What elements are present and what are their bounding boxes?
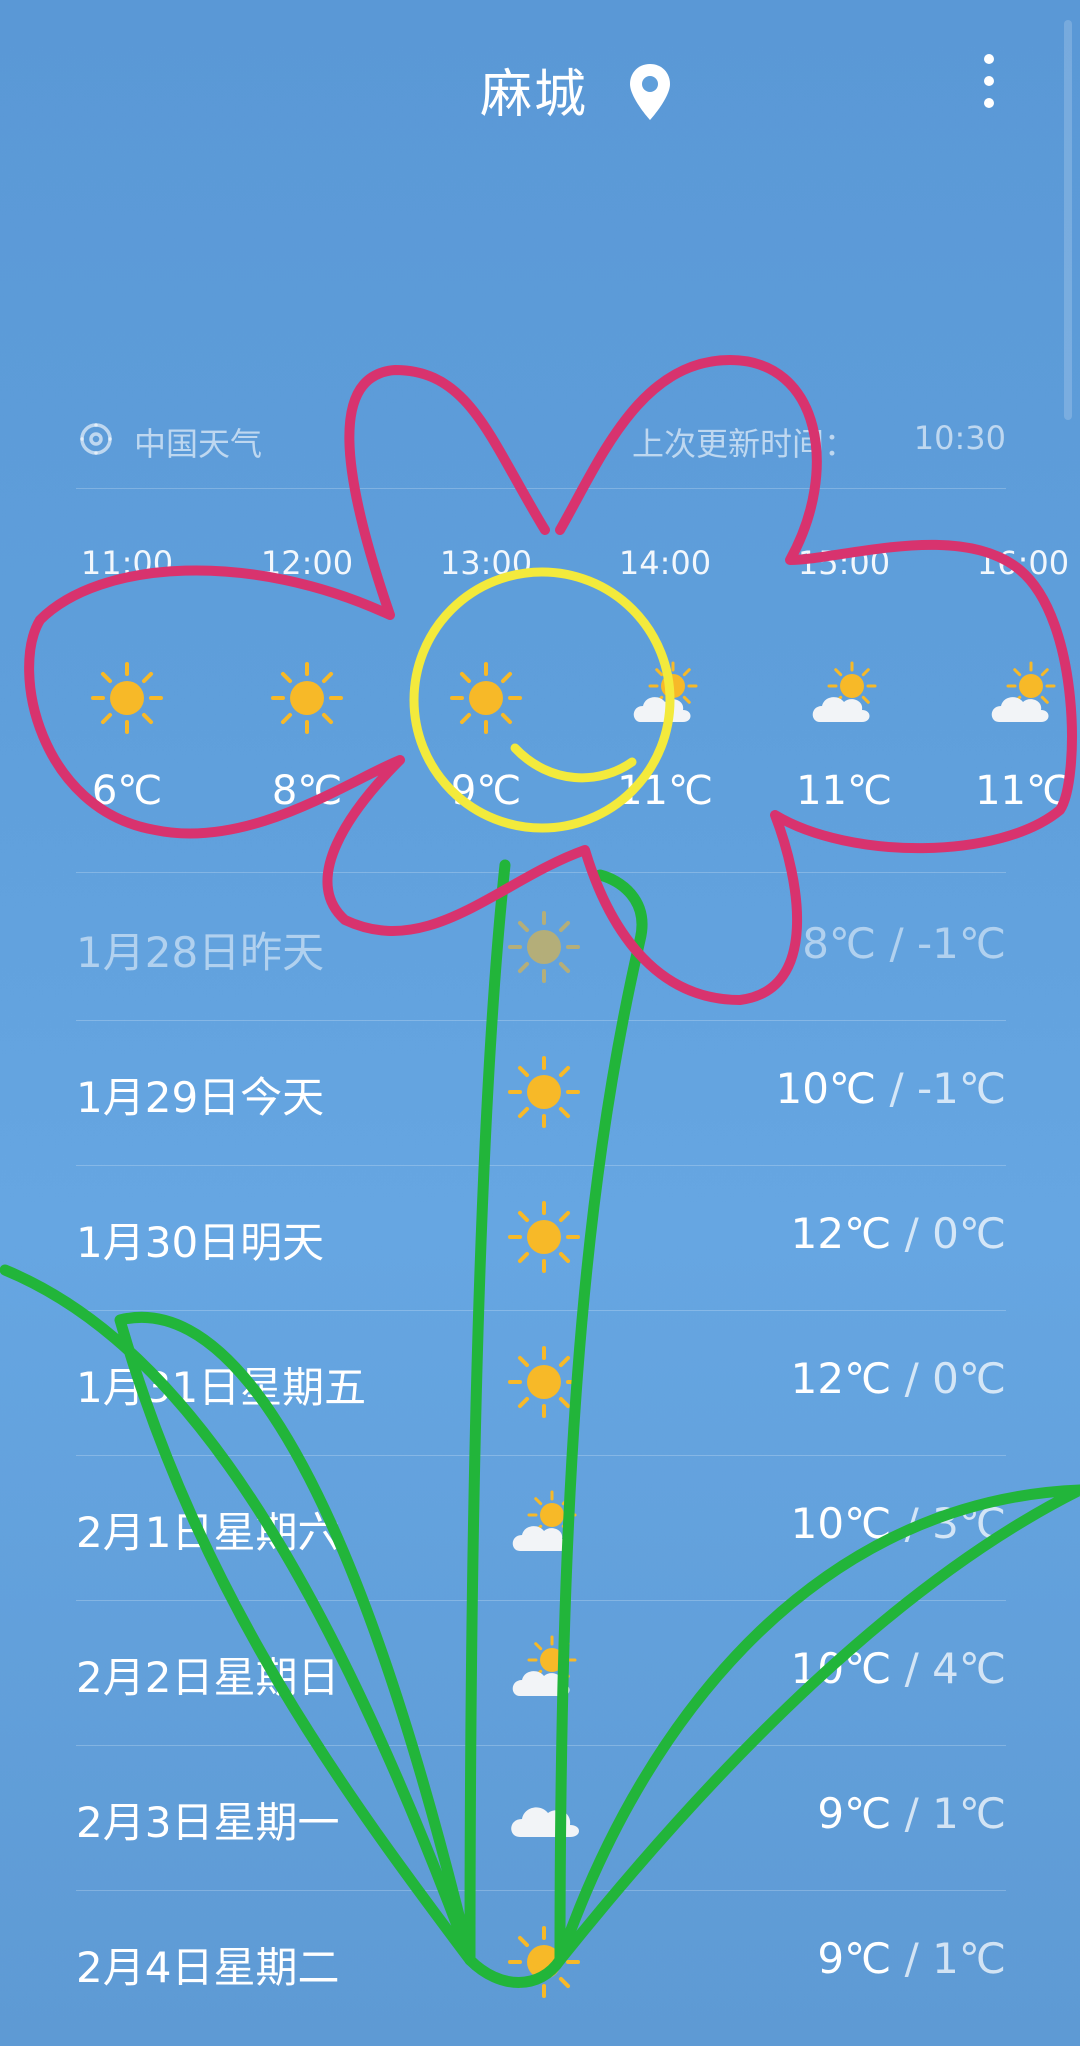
china-weather-logo-icon xyxy=(80,423,112,455)
daily-row[interactable]: 1月29日今天 10℃ / -1℃ xyxy=(76,1020,1006,1165)
day-low-temp: -1℃ xyxy=(916,1064,1006,1113)
hour-time: 12:00 xyxy=(260,544,354,582)
day-low-temp: 1℃ xyxy=(932,1934,1006,1983)
day-date: 1月29日今天 xyxy=(76,1073,325,1122)
sunny-icon xyxy=(448,660,524,736)
day-temp-range: 9℃ / 1℃ xyxy=(817,1789,1006,1838)
temp-separator: / xyxy=(891,1934,933,1983)
sunny-icon xyxy=(506,1199,582,1275)
sunny-icon xyxy=(506,909,582,985)
daily-row[interactable]: 2月1日星期六 10℃ / 3℃ xyxy=(76,1455,1006,1600)
hourly-item: 16:00 11℃ xyxy=(948,540,1080,820)
partly-cloudy-icon xyxy=(506,1634,582,1710)
day-date: 2月4日星期二 xyxy=(76,1943,340,1992)
hourly-item: 13:00 9℃ xyxy=(411,540,561,820)
hourly-forecast[interactable]: 11:00 6℃ 12:00 8℃ 13:00 9℃ 14:00 11℃ 15:00 11℃ 16:… xyxy=(0,540,1080,820)
day-low-temp: -1℃ xyxy=(916,919,1006,968)
source-row: 中国天气 上次更新时间： 10:30 xyxy=(76,415,1006,465)
hourly-item: 12:00 8℃ xyxy=(232,540,382,820)
hour-time: 13:00 xyxy=(439,544,533,582)
day-low-temp: 1℃ xyxy=(932,1789,1006,1838)
sunny-icon xyxy=(269,660,345,736)
title-bar: 麻城 xyxy=(0,0,1080,180)
sunny-icon xyxy=(89,660,165,736)
more-options-button[interactable] xyxy=(975,54,1003,124)
scrollbar[interactable] xyxy=(1064,20,1072,420)
hour-time: 14:00 xyxy=(618,544,712,582)
day-low-temp: 0℃ xyxy=(932,1354,1006,1403)
daily-row[interactable]: 2月4日星期二 9℃ / 1℃ xyxy=(76,1890,1006,2035)
update-time-label: 上次更新时间： xyxy=(631,425,856,463)
temp-separator: / xyxy=(876,919,917,968)
day-high-temp: 12℃ xyxy=(790,1209,892,1258)
divider xyxy=(76,488,1006,489)
temp-separator: / xyxy=(891,1499,933,1548)
day-date: 1月30日明天 xyxy=(76,1218,325,1267)
hour-temp: 9℃ xyxy=(450,768,522,814)
hour-temp: 11℃ xyxy=(796,768,892,814)
day-temp-range: 8℃ / -1℃ xyxy=(802,919,1006,968)
day-date: 2月1日星期六 xyxy=(76,1508,340,1557)
day-low-temp: 3℃ xyxy=(932,1499,1006,1548)
hour-temp: 11℃ xyxy=(975,768,1071,814)
day-temp-range: 12℃ / 0℃ xyxy=(791,1354,1006,1403)
hour-time: 16:00 xyxy=(976,544,1070,582)
day-high-temp: 10℃ xyxy=(790,1644,892,1693)
day-low-temp: 4℃ xyxy=(932,1644,1006,1693)
partly-cloudy-icon xyxy=(627,660,703,736)
day-high-temp: 8℃ xyxy=(802,919,877,968)
day-temp-range: 12℃ / 0℃ xyxy=(791,1209,1006,1258)
source-label: 中国天气 xyxy=(134,425,263,463)
hour-time: 11:00 xyxy=(80,544,174,582)
daily-row[interactable]: 1月30日明天 12℃ / 0℃ xyxy=(76,1165,1006,1310)
partly-cloudy-icon xyxy=(506,1489,582,1565)
temp-separator: / xyxy=(891,1209,933,1258)
day-temp-range: 10℃ / 4℃ xyxy=(791,1644,1006,1693)
more-vert-icon xyxy=(984,54,994,64)
hourly-item: 15:00 11℃ xyxy=(769,540,919,820)
temp-separator: / xyxy=(891,1354,933,1403)
location-pin-icon[interactable] xyxy=(626,62,674,122)
hourly-item: 11:00 6℃ xyxy=(52,540,202,820)
cloudy-icon xyxy=(506,1779,582,1855)
hour-temp: 11℃ xyxy=(617,768,713,814)
partly-cloudy-icon xyxy=(985,660,1061,736)
day-high-temp: 12℃ xyxy=(790,1354,892,1403)
day-high-temp: 9℃ xyxy=(817,1789,892,1838)
day-date: 2月3日星期一 xyxy=(76,1798,340,1847)
update-time-value: 10:30 xyxy=(913,419,1006,457)
temp-separator: / xyxy=(876,1064,917,1113)
day-date: 2月2日星期日 xyxy=(76,1653,340,1702)
sunny-icon xyxy=(506,1054,582,1130)
hour-temp: 6℃ xyxy=(91,768,163,814)
day-high-temp: 10℃ xyxy=(775,1064,877,1113)
day-date: 1月31日星期五 xyxy=(76,1363,367,1412)
temp-separator: / xyxy=(891,1789,933,1838)
sunny-icon xyxy=(506,1924,582,2000)
day-date: 1月28日昨天 xyxy=(76,928,325,977)
temp-separator: / xyxy=(891,1644,933,1693)
city-name[interactable]: 麻城 xyxy=(480,52,588,127)
divider xyxy=(76,872,1006,873)
day-high-temp: 9℃ xyxy=(817,1934,892,1983)
hour-temp: 8℃ xyxy=(271,768,343,814)
hourly-item: 14:00 11℃ xyxy=(590,540,740,820)
day-high-temp: 10℃ xyxy=(790,1499,892,1548)
daily-row[interactable]: 1月28日昨天 8℃ / -1℃ xyxy=(76,875,1006,1020)
day-temp-range: 10℃ / 3℃ xyxy=(791,1499,1006,1548)
sunny-icon xyxy=(506,1344,582,1420)
daily-row[interactable]: 2月3日星期一 9℃ / 1℃ xyxy=(76,1745,1006,1890)
day-temp-range: 9℃ / 1℃ xyxy=(817,1934,1006,1983)
day-temp-range: 10℃ / -1℃ xyxy=(775,1064,1006,1113)
daily-row[interactable]: 2月2日星期日 10℃ / 4℃ xyxy=(76,1600,1006,1745)
day-low-temp: 0℃ xyxy=(932,1209,1006,1258)
partly-cloudy-icon xyxy=(806,660,882,736)
daily-row[interactable]: 1月31日星期五 12℃ / 0℃ xyxy=(76,1310,1006,1455)
hour-time: 15:00 xyxy=(797,544,891,582)
